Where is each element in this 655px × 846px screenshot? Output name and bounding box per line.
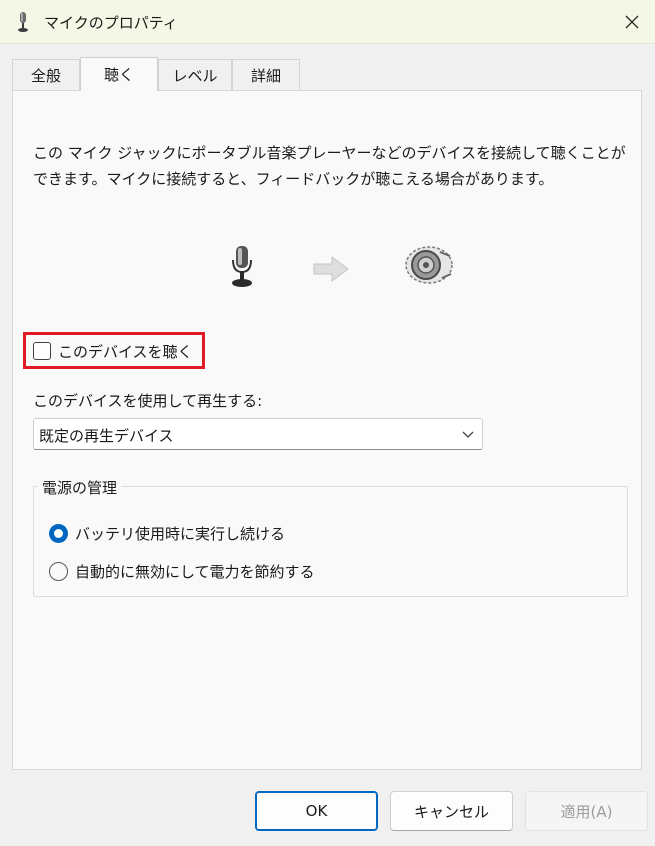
microphone-icon [232, 246, 252, 287]
radio-keep-running-label[interactable]: バッテリ使用時に実行し続ける [75, 523, 285, 544]
radio-auto-disable-label[interactable]: 自動的に無効にして電力を節約する [75, 561, 315, 582]
tab-general[interactable]: 全般 [12, 59, 80, 90]
listen-description: この マイク ジャックにポータブル音楽プレーヤーなどのデバイスを接続して聴くこと… [33, 144, 626, 188]
tab-advanced[interactable]: 詳細 [232, 59, 300, 90]
listen-checkbox-label[interactable]: このデバイスを聴く [58, 341, 193, 362]
playback-device-label: このデバイスを使用して再生する: [33, 392, 263, 410]
apply-button[interactable]: 適用(A) [525, 791, 648, 831]
playback-device-select[interactable]: 既定の再生デバイス [33, 418, 483, 450]
listen-checkbox[interactable] [33, 342, 51, 360]
power-management-title: 電源の管理 [38, 477, 122, 498]
cancel-button[interactable]: キャンセル [390, 791, 513, 831]
radio-keep-running[interactable] [49, 524, 68, 543]
speaker-icon [405, 246, 453, 284]
radio-auto-disable[interactable] [49, 562, 68, 581]
chevron-down-icon [462, 431, 474, 438]
tab-listen[interactable]: 聴く [80, 57, 158, 91]
close-icon [625, 15, 639, 29]
tab-levels[interactable]: レベル [158, 59, 232, 90]
arrow-right-icon [313, 256, 349, 282]
ok-button[interactable]: OK [255, 791, 378, 831]
title-bar: マイクのプロパティ [0, 0, 655, 44]
close-button[interactable] [609, 0, 655, 44]
microphone-icon [18, 12, 28, 32]
playback-device-value: 既定の再生デバイス [39, 427, 174, 445]
window-title: マイクのプロパティ [44, 14, 178, 32]
